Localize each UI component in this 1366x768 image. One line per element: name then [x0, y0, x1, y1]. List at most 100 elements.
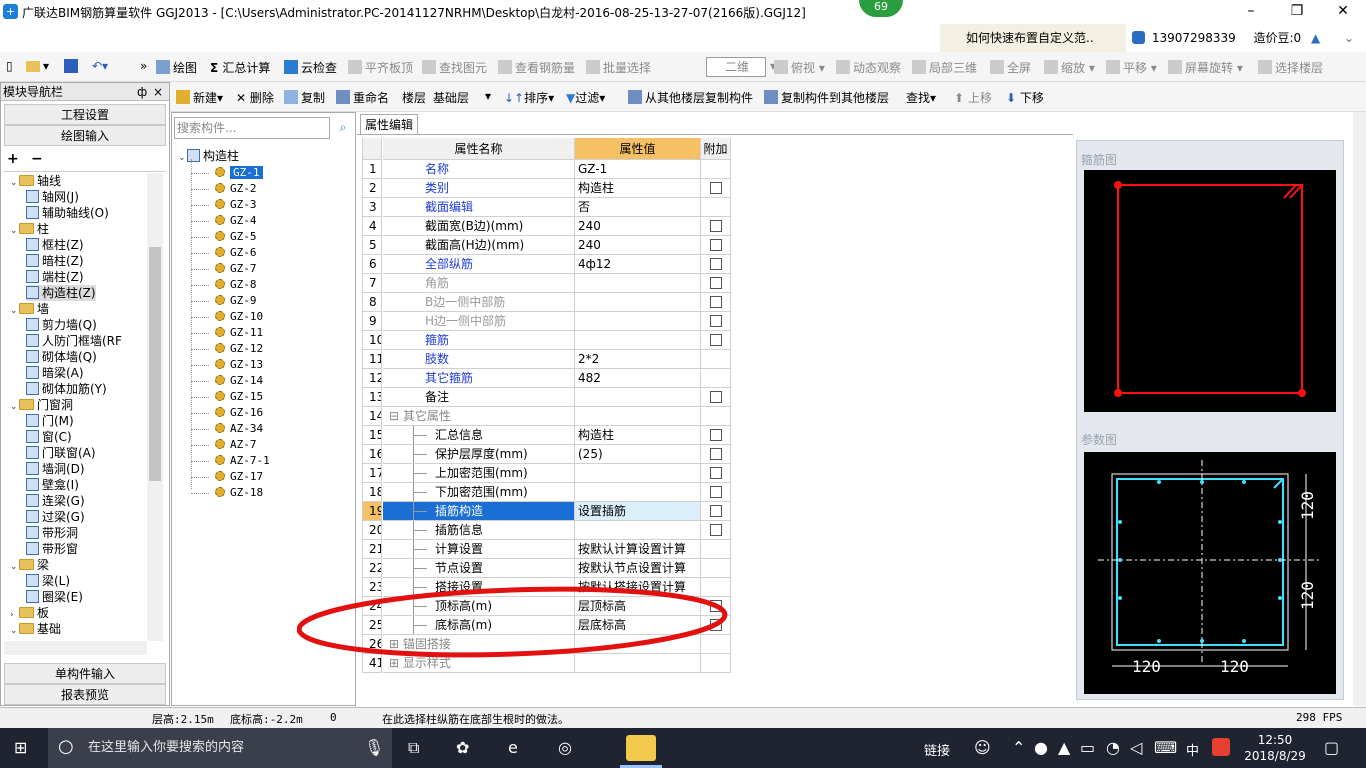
- property-name[interactable]: B边一侧中部筋: [383, 293, 575, 312]
- nav-tree-item[interactable]: 框柱(Z): [26, 237, 84, 253]
- nav-tree-item[interactable]: 暗梁(A): [26, 365, 84, 381]
- nav-tree-item[interactable]: 圈梁(E): [26, 589, 83, 605]
- battery-icon[interactable]: ▭: [1080, 738, 1095, 757]
- property-name[interactable]: 截面宽(B边)(mm): [383, 217, 575, 236]
- property-name[interactable]: H边一侧中部筋: [383, 312, 575, 331]
- save-icon[interactable]: [64, 59, 81, 74]
- open-folder-icon[interactable]: ▾: [26, 59, 49, 73]
- extra-checkbox[interactable]: [709, 334, 722, 346]
- property-name[interactable]: 类别: [383, 179, 575, 198]
- sort-button[interactable]: ↓↑排序▾: [504, 89, 554, 106]
- project-settings-button[interactable]: 工程设置: [4, 104, 166, 125]
- undo-icon[interactable]: ↶▾: [92, 59, 108, 73]
- property-value[interactable]: 构造柱: [575, 179, 701, 198]
- nav-folder[interactable]: ⌄ 墙: [10, 301, 49, 317]
- component-item[interactable]: GZ-7: [191, 261, 257, 277]
- property-name[interactable]: 截面编辑: [383, 198, 575, 217]
- property-value[interactable]: 482: [575, 369, 701, 388]
- component-item[interactable]: AZ-7: [191, 437, 257, 453]
- microphone-icon[interactable]: 🎙: [364, 738, 384, 757]
- nav-folder[interactable]: ⌄ 轴线: [10, 173, 61, 189]
- report-preview-button[interactable]: 报表预览: [4, 684, 166, 705]
- property-value[interactable]: [575, 407, 701, 426]
- single-input-button[interactable]: 单构件输入: [4, 663, 166, 684]
- rename-button[interactable]: 重命名: [336, 89, 389, 106]
- tray-app-icon[interactable]: ●: [1034, 738, 1048, 757]
- summary-button[interactable]: Σ 汇总计算: [210, 59, 270, 76]
- property-name[interactable]: 计算设置: [383, 540, 575, 559]
- nav-tree-item[interactable]: 梁(L): [26, 573, 70, 589]
- restore-icon[interactable]: ❐: [1274, 0, 1320, 24]
- view-mode-select[interactable]: 二维: [706, 57, 766, 77]
- property-value[interactable]: 构造柱: [575, 426, 701, 445]
- extra-checkbox[interactable]: [709, 182, 722, 194]
- extra-checkbox[interactable]: [709, 486, 722, 498]
- expand-toggle-icon[interactable]: ⌄: [10, 175, 19, 191]
- extra-checkbox[interactable]: [709, 277, 722, 289]
- property-value[interactable]: GZ-1: [575, 160, 701, 179]
- nav-tree-item[interactable]: 暗柱(Z): [26, 253, 84, 269]
- new-file-icon[interactable]: ▯: [6, 59, 13, 73]
- move-up-button[interactable]: ⬆ 上移: [954, 89, 992, 106]
- batch-select-button[interactable]: 批量选择: [586, 59, 651, 76]
- property-name[interactable]: 其它箍筋: [383, 369, 575, 388]
- nav-tree-item[interactable]: 壁龛(I): [26, 477, 79, 493]
- find-button[interactable]: 查找▾: [906, 89, 936, 106]
- component-item[interactable]: GZ-15: [191, 389, 263, 405]
- find-element-button[interactable]: 查找图元: [422, 59, 487, 76]
- extra-checkbox[interactable]: [709, 524, 722, 536]
- bell-icon[interactable]: ▲: [1311, 31, 1320, 45]
- property-value[interactable]: 按默认节点设置计算: [575, 559, 701, 578]
- component-item[interactable]: GZ-4: [191, 213, 257, 229]
- windows-start-icon[interactable]: ⊞: [14, 738, 27, 757]
- component-item[interactable]: GZ-3: [191, 197, 257, 213]
- copy-from-floor-button[interactable]: 从其他楼层复制构件: [628, 89, 753, 106]
- right-scrollbar[interactable]: [1353, 112, 1366, 706]
- component-item[interactable]: GZ-11: [191, 325, 263, 341]
- nav-tree-item[interactable]: 辅助轴线(O): [26, 205, 109, 221]
- wifi-icon[interactable]: ◔: [1106, 738, 1120, 757]
- property-name[interactable]: 角筋: [383, 274, 575, 293]
- component-item[interactable]: GZ-2: [191, 181, 257, 197]
- move-down-button[interactable]: ⬇ 下移: [1006, 89, 1044, 106]
- property-value[interactable]: [575, 388, 701, 407]
- component-item[interactable]: GZ-16: [191, 405, 263, 421]
- link-label[interactable]: 链接: [924, 740, 950, 759]
- property-value[interactable]: (25): [575, 445, 701, 464]
- nav-tree-item[interactable]: 人防门框墙(RF: [26, 333, 122, 349]
- ie-icon[interactable]: e: [508, 738, 518, 757]
- component-item[interactable]: AZ-34: [191, 421, 263, 437]
- close-icon[interactable]: ✕: [1320, 0, 1366, 24]
- sogou-icon[interactable]: [1212, 738, 1230, 756]
- draw-button[interactable]: 绘图: [156, 59, 197, 76]
- nav-tree-item[interactable]: 门联窗(A): [26, 445, 96, 461]
- extra-checkbox[interactable]: [709, 467, 722, 479]
- component-item[interactable]: GZ-18: [191, 485, 263, 501]
- dynamic-view-button[interactable]: 动态观察: [836, 59, 901, 76]
- delete-button[interactable]: ✕ 删除: [236, 89, 274, 106]
- clock[interactable]: 12:50 2018/8/29: [1240, 732, 1310, 764]
- nav-tree-item[interactable]: 过梁(G): [26, 509, 85, 525]
- help-link[interactable]: 如何快速布置自定义范..: [940, 24, 1126, 52]
- property-name[interactable]: 全部纵筋: [383, 255, 575, 274]
- score-badge[interactable]: 69: [859, 0, 903, 17]
- component-item[interactable]: GZ-13: [191, 357, 263, 373]
- property-value[interactable]: 按默认计算设置计算: [575, 540, 701, 559]
- view-rebar-button[interactable]: 查看钢筋量: [498, 59, 575, 76]
- property-name[interactable]: ⊟ 其它属性: [383, 407, 575, 426]
- property-name[interactable]: 截面高(H边)(mm): [383, 236, 575, 255]
- property-name[interactable]: 下加密范围(mm): [383, 483, 575, 502]
- property-name[interactable]: 汇总信息: [383, 426, 575, 445]
- extra-checkbox[interactable]: [709, 429, 722, 441]
- ime-indicator[interactable]: 中: [1186, 740, 1199, 759]
- property-name[interactable]: 箍筋: [383, 331, 575, 350]
- nav-tree-item[interactable]: 带形洞: [26, 525, 78, 541]
- browser-icon[interactable]: ◎: [558, 738, 572, 757]
- component-item[interactable]: GZ-9: [191, 293, 257, 309]
- extra-checkbox[interactable]: [709, 505, 722, 517]
- component-item[interactable]: GZ-14: [191, 373, 263, 389]
- property-name[interactable]: 备注: [383, 388, 575, 407]
- rotate-button[interactable]: 屏幕旋转 ▾: [1168, 59, 1243, 76]
- expand-toggle-icon[interactable]: ⌄: [10, 303, 19, 319]
- property-name[interactable]: 插筋构造: [383, 502, 575, 521]
